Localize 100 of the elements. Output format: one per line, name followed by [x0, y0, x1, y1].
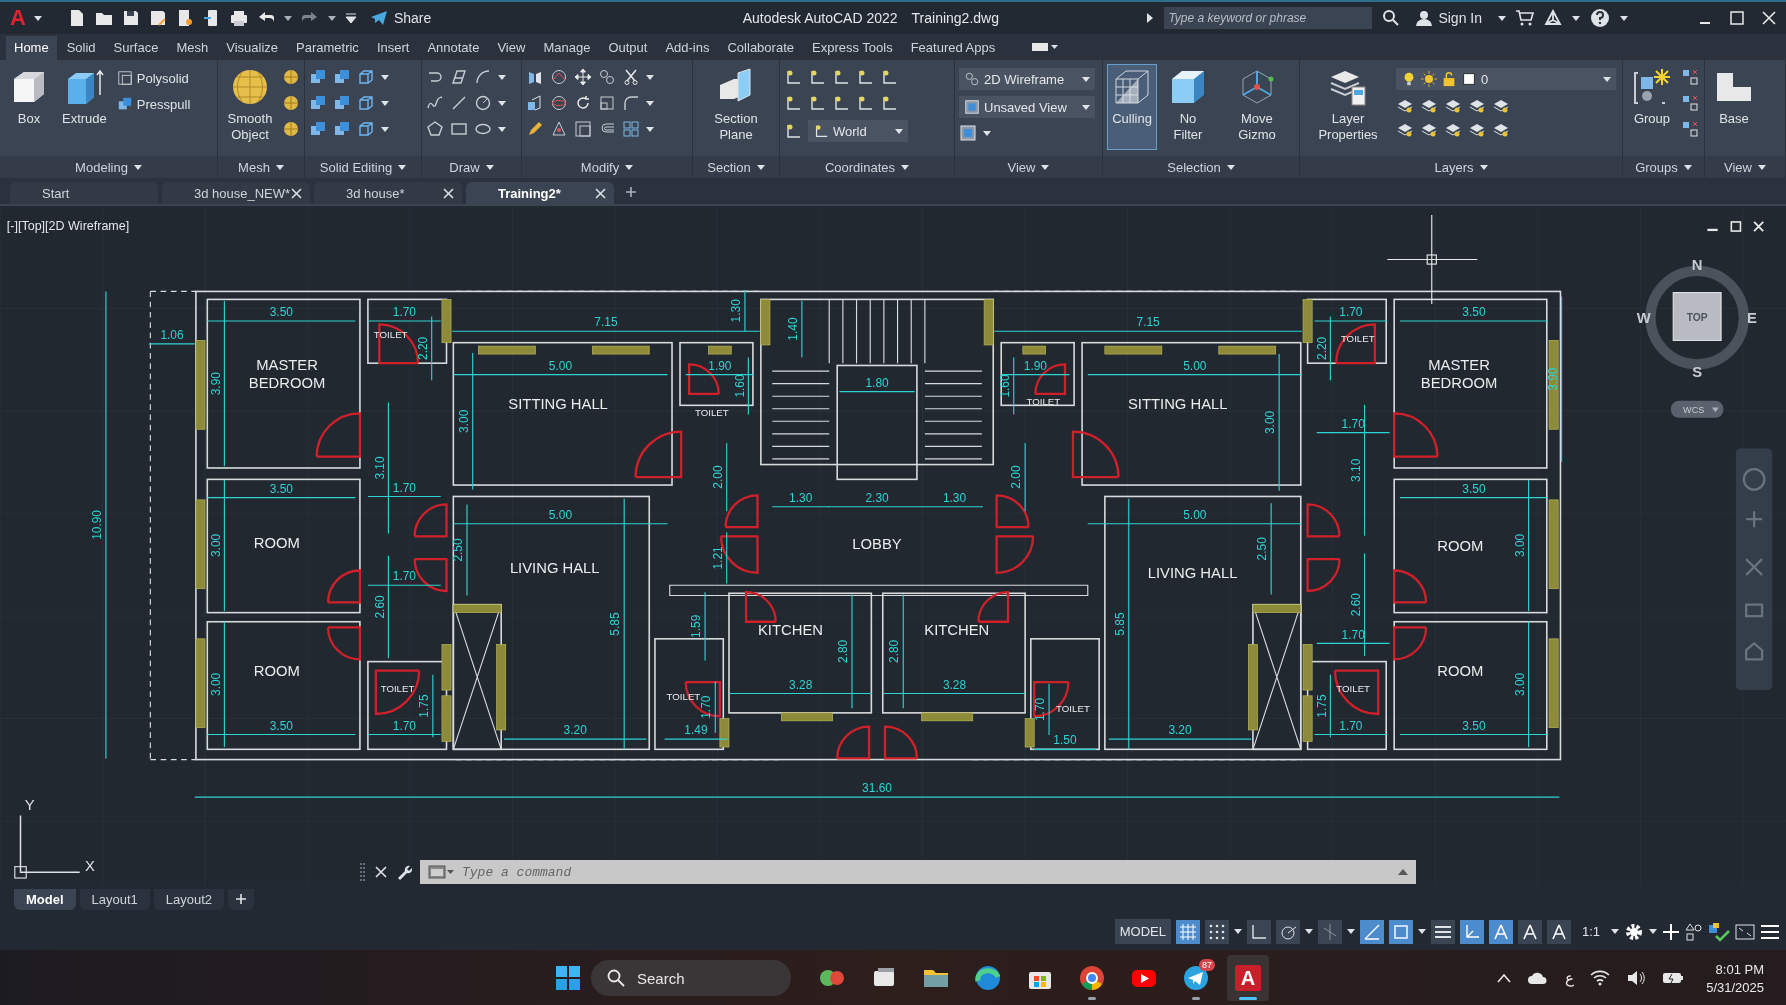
- taskbar-search[interactable]: Search: [591, 960, 791, 996]
- dynamic-ucs-toggle[interactable]: [1459, 919, 1484, 944]
- toggle-ribbon-icon[interactable]: [1031, 41, 1060, 53]
- shapes-icon[interactable]: [1685, 922, 1703, 941]
- copy-icon[interactable]: [964, 71, 980, 87]
- layout-tab[interactable]: Model: [14, 889, 76, 910]
- viewport-minimize-icon[interactable]: [1707, 228, 1718, 232]
- axes-icon[interactable]: [784, 94, 802, 112]
- stacked-squares-icon[interactable]: [333, 68, 351, 86]
- caret-icon[interactable]: [1757, 164, 1766, 170]
- caret-icon[interactable]: [1233, 929, 1242, 934]
- panel-title[interactable]: Section: [693, 156, 779, 178]
- cube-outline-icon[interactable]: [357, 94, 375, 112]
- caret-icon[interactable]: [381, 100, 389, 106]
- annotation-scale-button[interactable]: 1:1: [1575, 923, 1606, 940]
- ribbon-tab[interactable]: Manage: [535, 36, 599, 60]
- fullscreen-icon[interactable]: [1735, 923, 1755, 940]
- panel-title[interactable]: View: [1705, 156, 1785, 178]
- ribbon-tab[interactable]: Add-ins: [657, 36, 718, 60]
- caret-icon[interactable]: [646, 74, 654, 80]
- document-tab[interactable]: Training2*: [466, 182, 614, 204]
- view-dropdown[interactable]: Unsaved View: [959, 96, 1095, 118]
- close-icon[interactable]: [595, 187, 606, 199]
- viewport-close-icon[interactable]: [1753, 221, 1765, 232]
- axes-icon[interactable]: [832, 68, 850, 86]
- stacked-squares-icon[interactable]: [333, 120, 351, 138]
- document-tab[interactable]: Start: [10, 182, 158, 204]
- document-tab[interactable]: 3d house_NEW*: [162, 182, 310, 204]
- ribbon-button[interactable]: Extrude: [58, 64, 111, 150]
- triangle-icon[interactable]: [1544, 9, 1562, 27]
- stacked-squares-icon[interactable]: [116, 96, 133, 112]
- fillet-icon[interactable]: [622, 94, 640, 112]
- ribbon-tab[interactable]: Output: [600, 36, 656, 60]
- axes-icon[interactable]: [808, 68, 826, 86]
- caret-icon[interactable]: [1304, 929, 1313, 934]
- polygon-icon[interactable]: [426, 120, 444, 138]
- ribbon-tab[interactable]: Express Tools: [804, 36, 901, 60]
- ribbon-tab[interactable]: Mesh: [168, 36, 217, 60]
- settings-icon[interactable]: [1624, 921, 1644, 942]
- scale-icon[interactable]: [598, 94, 616, 112]
- cube-outline-icon[interactable]: [357, 68, 375, 86]
- rectangle-icon[interactable]: [450, 120, 468, 138]
- layout-tab[interactable]: Layout2: [153, 889, 225, 910]
- panel-title[interactable]: Solid Editing: [305, 156, 421, 178]
- caret-icon[interactable]: [901, 164, 910, 170]
- print-icon[interactable]: [229, 9, 248, 27]
- caret-icon[interactable]: [1082, 104, 1090, 110]
- scissors-icon[interactable]: [622, 68, 640, 86]
- panel-title[interactable]: Modeling: [0, 156, 217, 178]
- document-tab[interactable]: 3d house*: [314, 182, 462, 204]
- caret-icon[interactable]: [485, 164, 494, 170]
- caret-icon[interactable]: [33, 15, 42, 21]
- caret-icon[interactable]: [275, 164, 284, 170]
- caret-icon[interactable]: [1417, 929, 1426, 934]
- panel-title[interactable]: Groups: [1623, 156, 1704, 178]
- polar-toggle[interactable]: [1275, 919, 1300, 944]
- command-input[interactable]: Type a command: [460, 863, 1392, 881]
- isodraft-toggle[interactable]: [1317, 919, 1342, 944]
- osnap-toggle[interactable]: [1388, 919, 1413, 944]
- ribbon-button[interactable]: Box: [4, 64, 54, 150]
- customize-icon[interactable]: [344, 12, 357, 24]
- caret-icon[interactable]: [1226, 164, 1235, 170]
- autoscale-toggle[interactable]: [1517, 919, 1542, 944]
- layer-swatch-icon[interactable]: [1461, 71, 1477, 87]
- lineweight-toggle[interactable]: [1430, 919, 1455, 944]
- caret-icon[interactable]: [133, 164, 142, 170]
- layout-tab[interactable]: Layout1: [79, 889, 150, 910]
- group-icon[interactable]: [1681, 68, 1699, 86]
- hatch-icon[interactable]: [450, 68, 468, 86]
- ribbon-button[interactable]: Polysolid: [114, 68, 193, 88]
- add-layout-button[interactable]: [228, 889, 255, 910]
- cube-outline-icon[interactable]: [357, 120, 375, 138]
- command-line-field[interactable]: Type a command: [420, 860, 1416, 884]
- maximize-icon[interactable]: [1730, 11, 1744, 25]
- line-icon[interactable]: [450, 94, 468, 112]
- ribbon-button[interactable]: Group: [1627, 64, 1677, 150]
- panel-title[interactable]: Modify: [522, 156, 692, 178]
- model-space-button[interactable]: MODEL: [1114, 919, 1171, 944]
- caret-icon[interactable]: [1498, 15, 1506, 21]
- compass-south[interactable]: S: [1692, 363, 1703, 380]
- view-dropdown[interactable]: 2D Wireframe: [959, 68, 1095, 90]
- pencil-icon[interactable]: [526, 120, 544, 138]
- navigation-bar[interactable]: [1735, 448, 1773, 691]
- caret-icon[interactable]: [1620, 15, 1628, 21]
- group-icon[interactable]: [1681, 120, 1699, 138]
- ribbon-button[interactable]: Culling: [1107, 64, 1157, 150]
- taskbar-app[interactable]: 87: [1175, 955, 1217, 1001]
- circle-icon[interactable]: [474, 94, 492, 112]
- axes-icon[interactable]: [856, 68, 874, 86]
- wifi-icon[interactable]: [1590, 970, 1611, 986]
- share-button[interactable]: Share: [365, 10, 436, 26]
- axes-icon[interactable]: [808, 94, 826, 112]
- grip-icon[interactable]: [360, 862, 366, 882]
- ribbon-tab[interactable]: Insert: [368, 36, 418, 60]
- keyboard-language[interactable]: ع: [1565, 969, 1575, 987]
- axes-icon[interactable]: [880, 94, 898, 112]
- caret-icon[interactable]: [983, 130, 991, 136]
- panel-title[interactable]: Layers: [1300, 156, 1622, 178]
- ortho-toggle[interactable]: [1246, 919, 1271, 944]
- copy-icon[interactable]: [598, 68, 616, 86]
